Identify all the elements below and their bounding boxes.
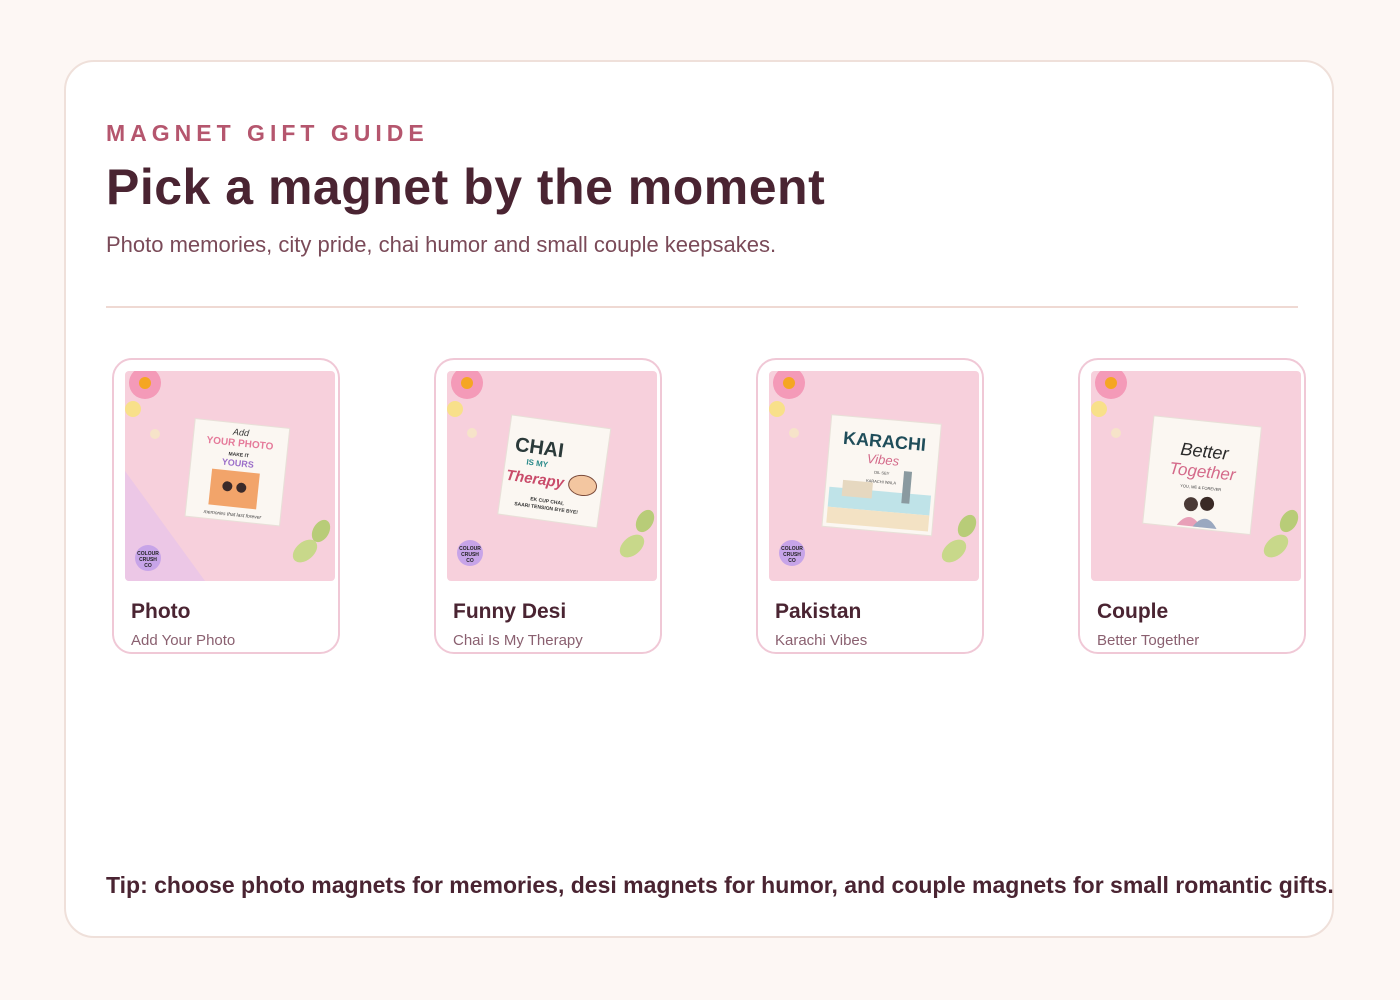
gift-guide-panel: MAGNET GIFT GUIDE Pick a magnet by the m… — [64, 60, 1334, 938]
tip-text: Tip: choose photo magnets for memories, … — [106, 872, 1334, 898]
badge-text: CO — [788, 558, 796, 564]
badge-text: CO — [466, 558, 474, 564]
image-text: Add — [232, 427, 251, 439]
card-funny-desi[interactable]: CHAI IS MY Therapy EK CUP CHAI, SAARI TE… — [434, 358, 662, 654]
product-image-pakistan: KARACHI Vibes DIL SEY KARACHI WALA COLOU… — [769, 371, 979, 581]
divider — [106, 306, 1298, 308]
page-subtitle: Photo memories, city pride, chai humor a… — [106, 232, 777, 257]
card-photo[interactable]: Add YOUR PHOTO MAKE IT YOURS memories th… — [112, 358, 340, 654]
card-title: Pakistan — [775, 600, 862, 623]
product-image-photo: Add YOUR PHOTO MAKE IT YOURS memories th… — [125, 371, 335, 581]
card-title: Photo — [131, 600, 191, 623]
card-title: Couple — [1097, 600, 1169, 623]
card-pakistan[interactable]: KARACHI Vibes DIL SEY KARACHI WALA COLOU… — [756, 358, 984, 654]
card-subtitle: Karachi Vibes — [775, 632, 868, 649]
page-title: Pick a magnet by the moment — [106, 159, 826, 215]
image-text: Vibes — [866, 451, 900, 469]
card-subtitle: Chai Is My Therapy — [453, 632, 583, 649]
badge-text: CO — [144, 563, 152, 569]
product-image-couple: Better Together YOU, ME & FOREVER — [1091, 371, 1301, 581]
card-title: Funny Desi — [453, 600, 567, 623]
card-subtitle: Better Together — [1097, 632, 1200, 649]
eyebrow-label: MAGNET GIFT GUIDE — [106, 120, 429, 146]
card-subtitle: Add Your Photo — [131, 632, 236, 649]
card-couple[interactable]: Better Together YOU, ME & FOREVER Couple… — [1078, 358, 1306, 654]
product-image-funny-desi: CHAI IS MY Therapy EK CUP CHAI, SAARI TE… — [447, 371, 657, 581]
